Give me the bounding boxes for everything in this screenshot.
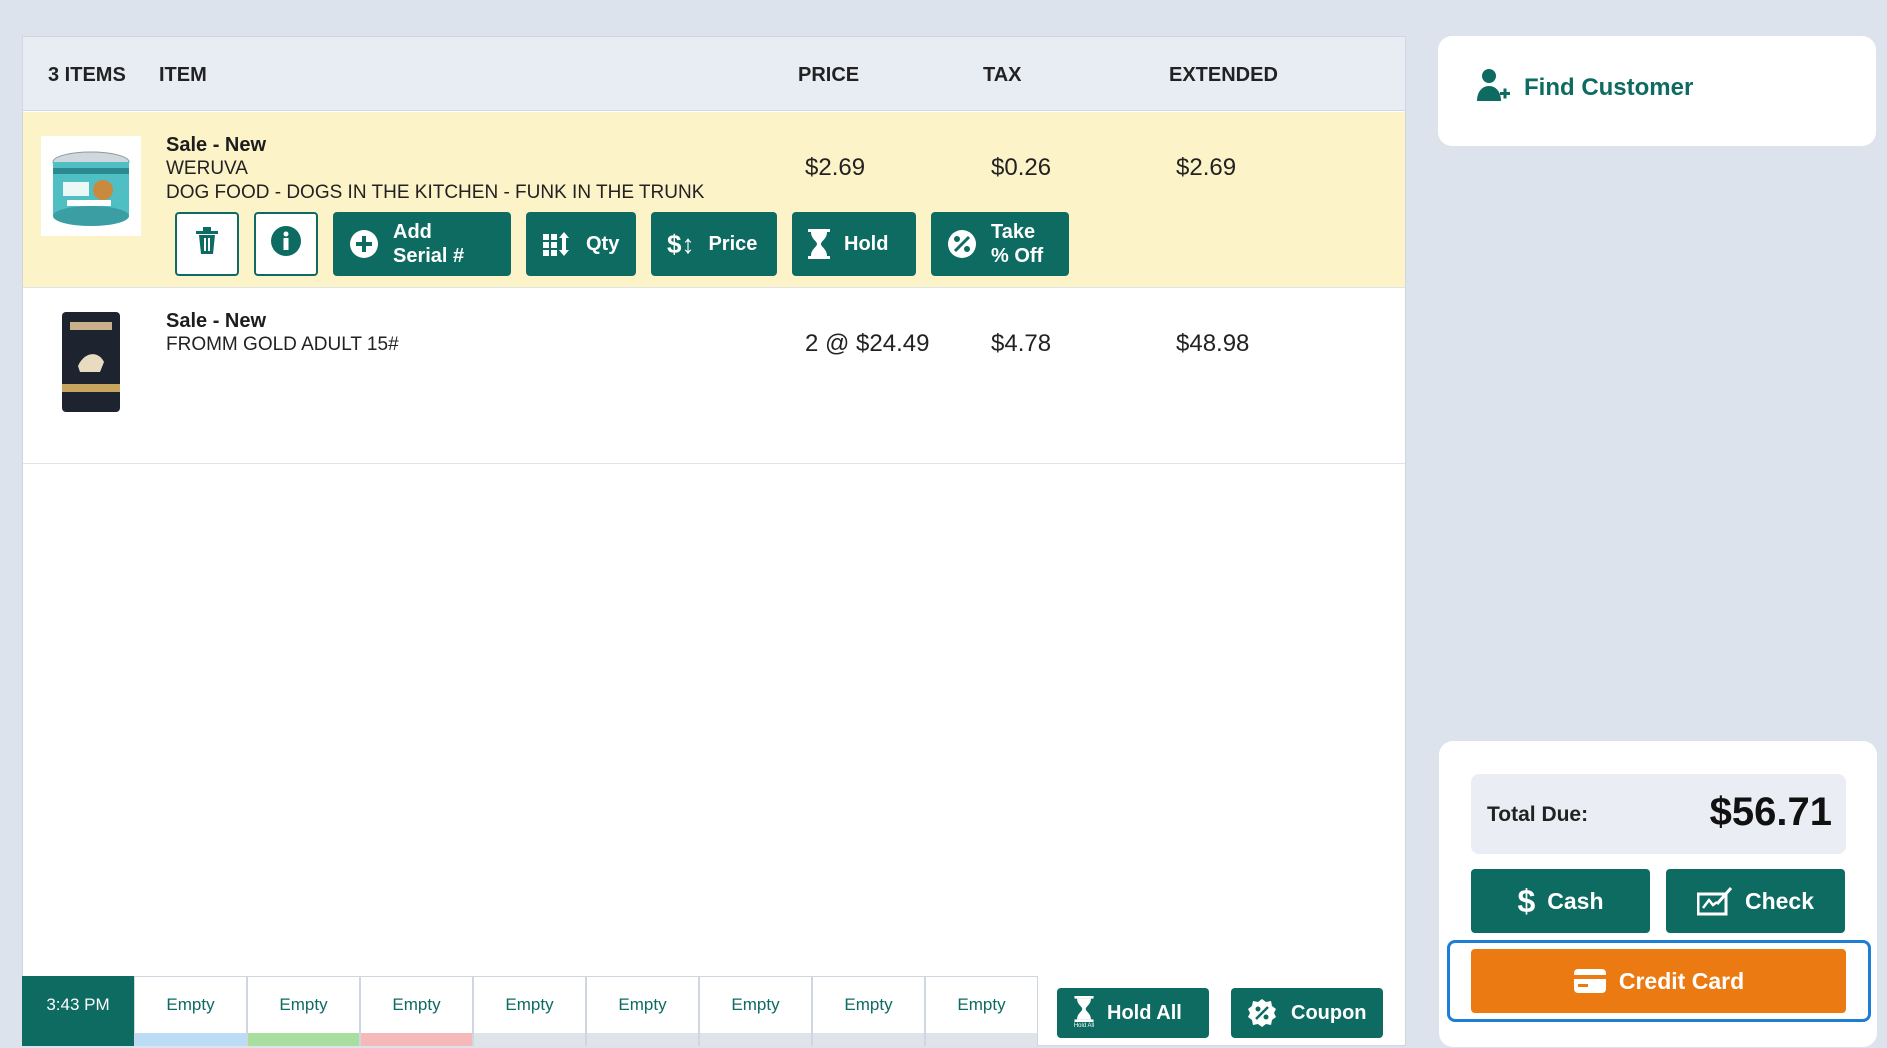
item-tax: $0.26 (991, 154, 1052, 181)
credit-card-button[interactable]: Credit Card (1471, 949, 1846, 1013)
price-label: Price (708, 232, 758, 255)
price-button[interactable]: $↕ Price (651, 212, 777, 276)
coupon-label: Coupon (1291, 1001, 1367, 1024)
held-transaction-slot[interactable]: Empty (247, 976, 360, 1046)
item-status: Sale - New (166, 134, 267, 156)
cart-header: 3 ITEMS ITEM PRICE TAX EXTENDED (23, 37, 1405, 111)
item-count-header: 3 ITEMS (48, 64, 126, 86)
check-button[interactable]: Check (1666, 869, 1845, 933)
hold-all-label: Hold All (1107, 1001, 1182, 1024)
hold-label: Hold (844, 232, 889, 255)
item-price: 2 @ $24.49 (805, 330, 930, 357)
product-image-can (41, 136, 141, 236)
held-transaction-slot[interactable]: Empty (586, 976, 699, 1046)
add-serial-button[interactable]: Add Serial # (333, 212, 511, 276)
quantity-icon (542, 230, 572, 258)
item-extended: $48.98 (1176, 330, 1250, 357)
slot-color-bar (248, 1033, 359, 1046)
take-off-label-2: % Off (991, 245, 1044, 267)
item-column-header: ITEM (159, 64, 207, 86)
slot-label: Empty (392, 995, 441, 1014)
item-brand: FROMM GOLD ADULT 15# (166, 334, 399, 355)
held-transaction-slot[interactable]: Empty (473, 976, 586, 1046)
credit-card-label: Credit Card (1618, 967, 1745, 994)
hold-button[interactable]: Hold (792, 212, 916, 276)
delete-button[interactable] (175, 212, 239, 276)
clock-bar (22, 1034, 134, 1046)
hold-all-hourglass-icon: Hold All (1073, 996, 1095, 1030)
held-transaction-slot[interactable]: Empty (699, 976, 812, 1046)
slot-label: Empty (618, 995, 667, 1014)
coupon-percent-icon (1247, 998, 1277, 1028)
item-brand: WERUVA (166, 158, 248, 179)
total-due-label: Total Due: (1487, 803, 1589, 826)
take-off-label-1: Take (991, 221, 1036, 243)
transaction-tabs: 3:43 PM Empty Empty Empty Empty Empty Empty Em… (22, 976, 1406, 1046)
held-transaction-slot[interactable]: Empty (812, 976, 925, 1046)
info-icon (270, 225, 302, 263)
slot-label: Empty (731, 995, 780, 1014)
slot-color-bar (135, 1033, 246, 1046)
slot-color-bar (813, 1033, 924, 1046)
slot-color-bar (926, 1033, 1037, 1046)
slot-label: Empty (166, 995, 215, 1014)
trash-icon (194, 226, 220, 262)
cash-label: Cash (1547, 887, 1604, 914)
slot-label: Empty (957, 995, 1006, 1014)
cart-row[interactable]: Sale - New FROMM GOLD ADULT 15# 2 @ $24.… (23, 288, 1405, 464)
clock: 3:43 PM (22, 976, 134, 1034)
check-label: Check (1744, 887, 1815, 914)
info-button[interactable] (254, 212, 318, 276)
product-image-bag (41, 312, 141, 412)
coupon-button[interactable]: Coupon (1231, 988, 1383, 1038)
item-price: $2.69 (805, 154, 866, 181)
slot-color-bar (474, 1033, 585, 1046)
cart-row[interactable]: Sale - New WERUVA DOG FOOD - DOGS IN THE… (23, 112, 1405, 288)
extended-column-header: EXTENDED (1169, 64, 1278, 86)
item-description: DOG FOOD - DOGS IN THE KITCHEN - FUNK IN… (166, 182, 705, 203)
item-tax: $4.78 (991, 330, 1052, 357)
slot-color-bar (361, 1033, 472, 1046)
hourglass-icon (808, 229, 830, 259)
slot-color-bar (587, 1033, 698, 1046)
cash-button[interactable]: $ Cash (1471, 869, 1650, 933)
total-due-amount: $56.71 (1709, 790, 1832, 834)
price-change-icon: $↕ (667, 228, 695, 259)
qty-label: Qty (586, 232, 620, 255)
find-customer-label: Find Customer (1524, 74, 1694, 101)
payment-panel: Total Due: $56.71 $ Cash Check Credit Ca… (1439, 741, 1877, 1047)
plus-circle-icon (349, 229, 379, 259)
slot-color-bar (700, 1033, 811, 1046)
held-transaction-slot[interactable]: Empty (360, 976, 473, 1046)
qty-button[interactable]: Qty (526, 212, 636, 276)
check-signature-icon (1696, 886, 1733, 916)
dollar-icon: $ (1517, 882, 1536, 919)
item-status: Sale - New (166, 310, 267, 332)
slot-label: Empty (844, 995, 893, 1014)
credit-card-icon (1573, 968, 1607, 994)
hold-all-button[interactable]: Hold All Hold All (1057, 988, 1209, 1038)
percent-badge-icon (947, 229, 977, 259)
find-customer-button[interactable]: Find Customer (1438, 36, 1876, 146)
slot-label: Empty (505, 995, 554, 1014)
hold-all-icon-caption: Hold All (1073, 1023, 1095, 1029)
price-column-header: PRICE (798, 64, 860, 86)
total-due-box: Total Due: $56.71 (1471, 774, 1846, 854)
add-serial-label-2: Serial # (393, 245, 465, 267)
tax-column-header: TAX (983, 64, 1022, 86)
slot-label: Empty (279, 995, 328, 1014)
add-user-icon (1476, 68, 1510, 107)
held-transaction-slot[interactable]: Empty (134, 976, 247, 1046)
item-extended: $2.69 (1176, 154, 1237, 181)
held-transaction-slot[interactable]: Empty (925, 976, 1038, 1046)
cart-panel: 3 ITEMS ITEM PRICE TAX EXTENDED Sale - N… (22, 36, 1406, 1046)
take-percent-off-button[interactable]: Take% Off (931, 212, 1069, 276)
add-serial-label-1: Add (393, 221, 432, 243)
